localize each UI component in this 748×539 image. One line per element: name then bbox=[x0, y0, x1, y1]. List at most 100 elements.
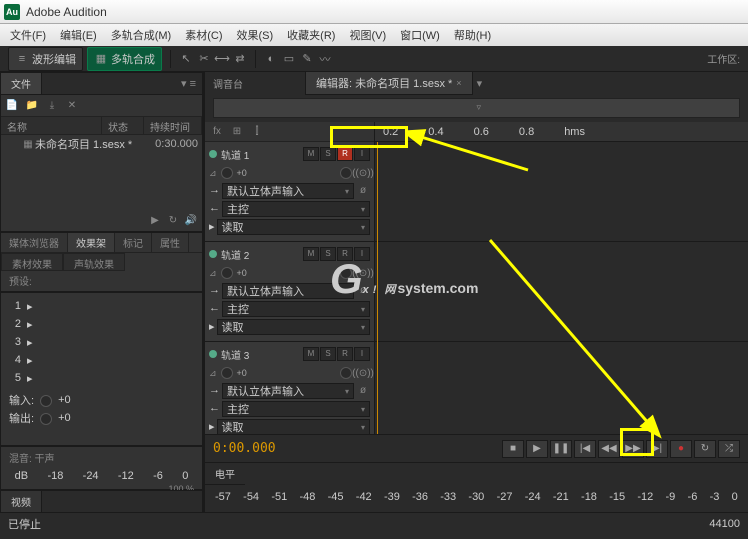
go-end-button[interactable]: ▶| bbox=[646, 440, 668, 458]
properties-tab[interactable]: 属性 bbox=[152, 233, 189, 252]
col-name[interactable]: 名称 bbox=[1, 117, 102, 134]
input-dropdown[interactable]: 默认立体声输入▾ bbox=[222, 283, 354, 299]
close-tab-icon[interactable]: × bbox=[456, 78, 461, 88]
track-name[interactable]: 轨道 1 bbox=[221, 147, 299, 162]
send-row[interactable]: 4▸ bbox=[1, 351, 202, 369]
rewind-button[interactable]: ◀◀ bbox=[598, 440, 620, 458]
send-row[interactable]: 3▸ bbox=[1, 333, 202, 351]
send-row[interactable]: 5▸ bbox=[1, 369, 202, 387]
pan-knob[interactable] bbox=[340, 367, 352, 379]
media-browser-tab[interactable]: 媒体浏览器 bbox=[1, 233, 68, 252]
play-button[interactable]: ▶ bbox=[526, 440, 548, 458]
track-color-icon[interactable] bbox=[209, 150, 217, 158]
record-arm-button[interactable]: R bbox=[337, 347, 353, 361]
stop-button[interactable]: ■ bbox=[502, 440, 524, 458]
mixer-tab[interactable]: 调音台 bbox=[213, 76, 243, 91]
output-dropdown[interactable]: 主控▾ bbox=[222, 401, 370, 417]
loop-preview-icon[interactable]: ↻ bbox=[166, 213, 180, 227]
playhead[interactable] bbox=[377, 142, 378, 434]
multitrack-mode-button[interactable]: ▦多轨合成 bbox=[87, 47, 162, 71]
pan-knob[interactable] bbox=[340, 167, 352, 179]
send-row[interactable]: 2▸ bbox=[1, 315, 202, 333]
track-name[interactable]: 轨道 3 bbox=[221, 347, 299, 362]
fx-icon[interactable]: fx bbox=[209, 124, 225, 140]
monitor-button[interactable]: I bbox=[354, 247, 370, 261]
read-mode-dropdown[interactable]: 读取▾ bbox=[217, 219, 370, 235]
slip-tool-icon[interactable]: ⇄ bbox=[233, 52, 247, 66]
track-lane-2[interactable] bbox=[375, 242, 748, 342]
forward-button[interactable]: ▶▶ bbox=[622, 440, 644, 458]
phase-icon[interactable]: ø bbox=[356, 183, 370, 197]
file-row[interactable]: ▦ 未命名项目 1.sesx * 0:30.000 bbox=[1, 135, 202, 153]
read-mode-dropdown[interactable]: 读取▾ bbox=[217, 419, 370, 434]
track-lane-1[interactable] bbox=[375, 142, 748, 242]
eq-icon[interactable]: ⫿ bbox=[249, 124, 265, 140]
tool-icon-1[interactable]: ◐ bbox=[264, 52, 278, 66]
files-tab[interactable]: 文件 bbox=[1, 73, 42, 94]
track-effects-tab[interactable]: 声轨效果 bbox=[63, 253, 125, 271]
import-icon[interactable]: ⤓ bbox=[45, 99, 59, 113]
autoplay-icon[interactable]: 🔊 bbox=[184, 213, 198, 227]
mute-button[interactable]: M bbox=[303, 347, 319, 361]
pause-button[interactable]: ❚❚ bbox=[550, 440, 572, 458]
tool-icon-3[interactable]: ✎ bbox=[300, 52, 314, 66]
track-name[interactable]: 轨道 2 bbox=[221, 247, 299, 262]
menu-edit[interactable]: 编辑(E) bbox=[54, 25, 103, 45]
waveform-mode-button[interactable]: ≡波形编辑 bbox=[8, 47, 83, 71]
loop-button[interactable]: ↻ bbox=[694, 440, 716, 458]
phase-icon[interactable]: ø bbox=[356, 283, 370, 297]
timecode-display[interactable]: 0:00.000 bbox=[213, 441, 276, 456]
menu-favorites[interactable]: 收藏夹(R) bbox=[281, 25, 341, 45]
go-start-button[interactable]: |◀ bbox=[574, 440, 596, 458]
menu-file[interactable]: 文件(F) bbox=[4, 25, 52, 45]
solo-button[interactable]: S bbox=[320, 147, 336, 161]
levels-tab[interactable]: 电平 bbox=[205, 463, 245, 485]
volume-knob[interactable] bbox=[221, 167, 233, 179]
input-dropdown[interactable]: 默认立体声输入▾ bbox=[222, 183, 354, 199]
tool-icon-4[interactable]: 〰 bbox=[318, 52, 332, 66]
track-color-icon[interactable] bbox=[209, 350, 217, 358]
output-dropdown[interactable]: 主控▾ bbox=[222, 301, 370, 317]
volume-knob[interactable] bbox=[221, 367, 233, 379]
monitor-button[interactable]: I bbox=[354, 147, 370, 161]
open-file-icon[interactable]: 📁 bbox=[25, 99, 39, 113]
menu-window[interactable]: 窗口(W) bbox=[394, 25, 446, 45]
mute-button[interactable]: M bbox=[303, 247, 319, 261]
editor-session-tab[interactable]: 编辑器: 未命名项目 1.sesx *× bbox=[305, 71, 473, 95]
input-dropdown[interactable]: 默认立体声输入▾ bbox=[222, 383, 354, 399]
read-mode-dropdown[interactable]: 读取▾ bbox=[217, 319, 370, 335]
panel-menu-icon[interactable]: ▾ ≡ bbox=[175, 77, 202, 90]
marker-bar[interactable]: ▿ bbox=[213, 98, 740, 118]
time-select-icon[interactable]: ⟷ bbox=[215, 52, 229, 66]
record-button[interactable]: ● bbox=[670, 440, 692, 458]
menu-effects[interactable]: 效果(S) bbox=[231, 25, 280, 45]
track-lane-3[interactable] bbox=[375, 342, 748, 434]
clip-effects-tab[interactable]: 素材效果 bbox=[1, 253, 63, 271]
send-row[interactable]: 1▸ bbox=[1, 297, 202, 315]
time-ruler[interactable]: 0.20.40.60.8hms bbox=[375, 122, 748, 142]
play-preview-icon[interactable]: ▶ bbox=[148, 213, 162, 227]
tab-dropdown-icon[interactable]: ▾ bbox=[473, 77, 487, 90]
skip-selection-button[interactable]: ⤮ bbox=[718, 440, 740, 458]
phase-icon[interactable]: ø bbox=[356, 383, 370, 397]
track-color-icon[interactable] bbox=[209, 250, 217, 258]
col-status[interactable]: 状态 bbox=[102, 117, 144, 134]
effects-rack-tab[interactable]: 效果架 bbox=[68, 233, 115, 252]
col-duration[interactable]: 持续时间 bbox=[144, 117, 202, 134]
close-file-icon[interactable]: ✕ bbox=[65, 99, 79, 113]
move-tool-icon[interactable]: ↖ bbox=[179, 52, 193, 66]
mute-button[interactable]: M bbox=[303, 147, 319, 161]
monitor-button[interactable]: I bbox=[354, 347, 370, 361]
menu-view[interactable]: 视图(V) bbox=[343, 25, 392, 45]
menu-clip[interactable]: 素材(C) bbox=[179, 25, 228, 45]
video-tab[interactable]: 视频 bbox=[1, 491, 42, 512]
menu-multitrack[interactable]: 多轨合成(M) bbox=[105, 25, 178, 45]
razor-tool-icon[interactable]: ✂ bbox=[197, 52, 211, 66]
tool-icon-2[interactable]: ▭ bbox=[282, 52, 296, 66]
timeline[interactable]: 0.20.40.60.8hms bbox=[375, 122, 748, 434]
solo-button[interactable]: S bbox=[320, 247, 336, 261]
record-arm-button[interactable]: R bbox=[337, 247, 353, 261]
solo-button[interactable]: S bbox=[320, 347, 336, 361]
output-dropdown[interactable]: 主控▾ bbox=[222, 201, 370, 217]
menu-help[interactable]: 帮助(H) bbox=[448, 25, 497, 45]
